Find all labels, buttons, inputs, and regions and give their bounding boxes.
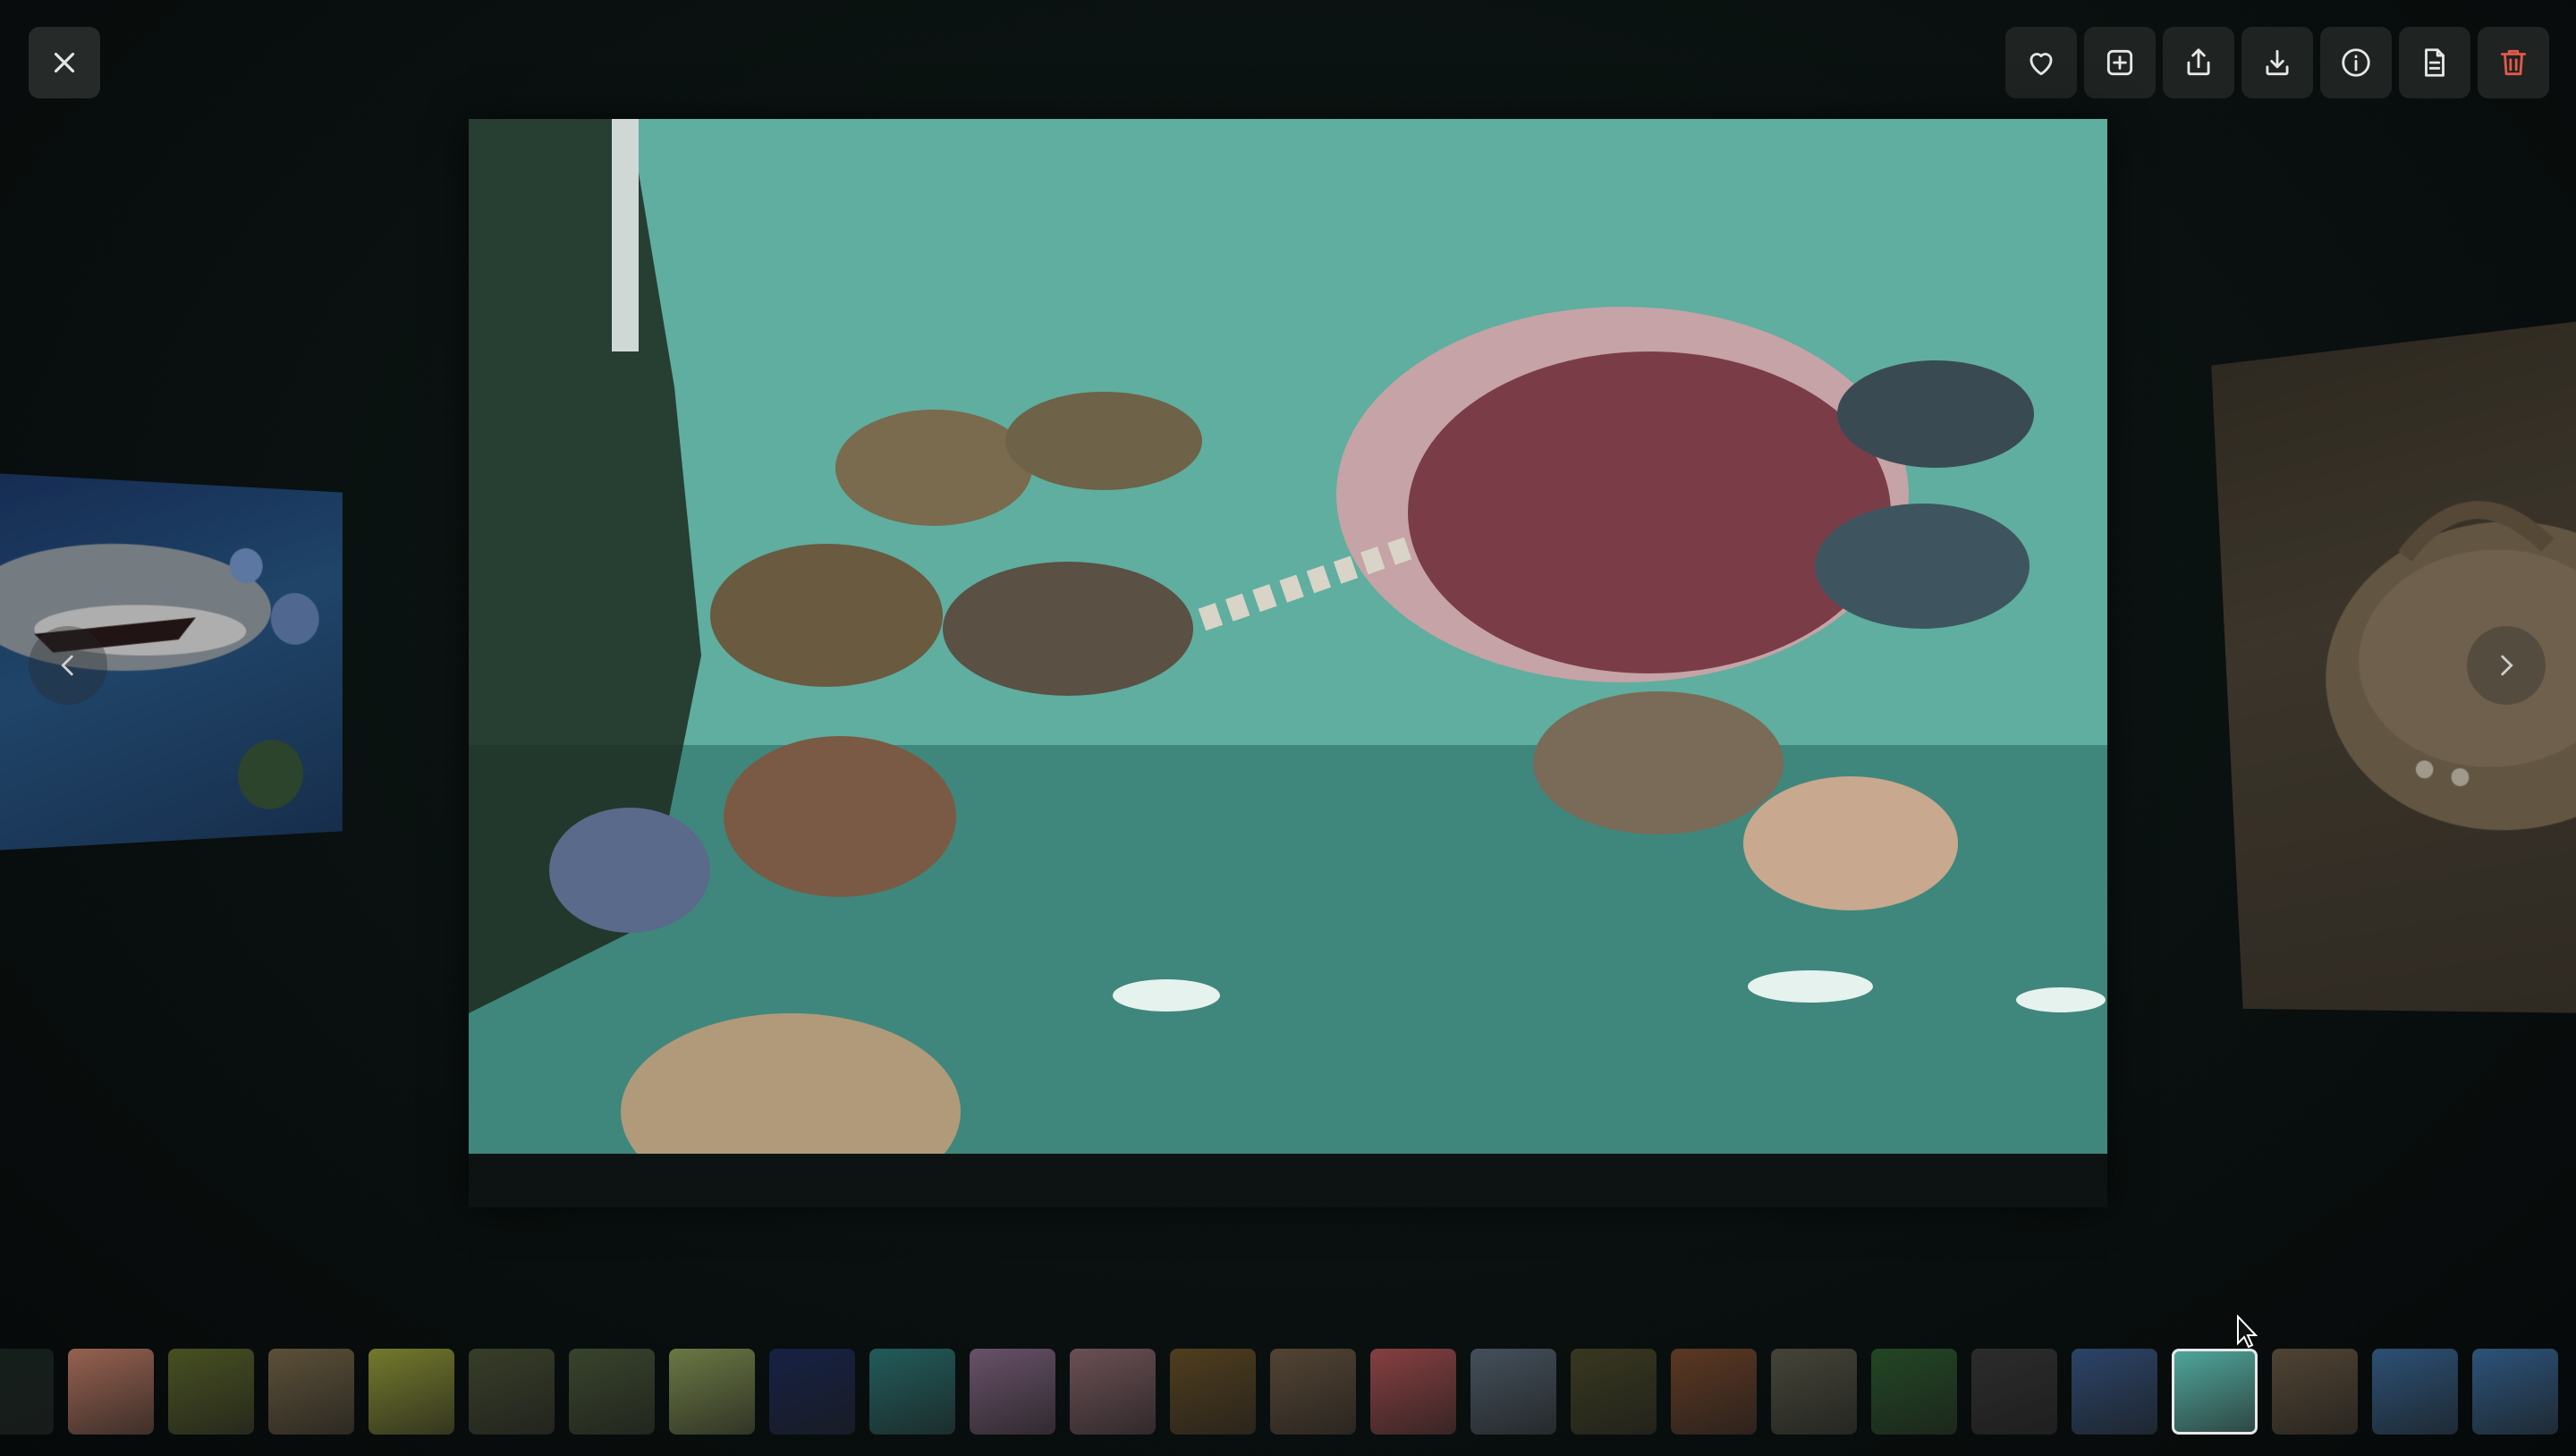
favorite-button[interactable] [2005, 27, 2077, 98]
download-icon [2266, 49, 2289, 76]
filmstrip-thumbnail[interactable] [569, 1349, 655, 1435]
heart-icon [2029, 53, 2053, 76]
file-info-button[interactable] [2399, 27, 2470, 98]
filmstrip-thumbnail[interactable] [268, 1349, 354, 1435]
filmstrip-thumbnail[interactable] [2472, 1349, 2558, 1435]
filmstrip-thumbnail[interactable] [769, 1349, 855, 1435]
filmstrip [0, 1349, 2576, 1435]
filmstrip-thumbnail[interactable] [1170, 1349, 1256, 1435]
mouse-cursor-icon [2237, 1315, 2258, 1349]
filmstrip-thumbnail[interactable] [1971, 1349, 2057, 1435]
document-icon [2425, 48, 2445, 77]
filmstrip-thumbnail[interactable] [2272, 1349, 2358, 1435]
chevron-right-icon [2501, 655, 2513, 676]
filmstrip-thumbnail[interactable] [369, 1349, 454, 1435]
share-icon [2187, 48, 2210, 76]
viewer-toolbar [2005, 27, 2549, 98]
trash-icon [2500, 49, 2527, 76]
filmstrip-thumbnail[interactable] [469, 1349, 555, 1435]
filmstrip-thumbnail[interactable] [1571, 1349, 1657, 1435]
filmstrip-thumbnail[interactable] [1671, 1349, 1757, 1435]
share-button[interactable] [2163, 27, 2234, 98]
filmstrip-thumbnail[interactable] [2372, 1349, 2458, 1435]
filmstrip-thumbnail[interactable] [1871, 1349, 1957, 1435]
info-icon [2342, 48, 2370, 77]
filmstrip-thumbnail[interactable] [0, 1349, 54, 1435]
main-photo [469, 119, 2107, 1207]
filmstrip-thumbnail[interactable] [1771, 1349, 1857, 1435]
filmstrip-thumbnail[interactable] [970, 1349, 1055, 1435]
next-photo-button[interactable] [2467, 626, 2546, 705]
filmstrip-thumbnail[interactable] [1370, 1349, 1456, 1435]
aquarium-stingrays-image [469, 119, 2107, 1207]
previous-photo-button[interactable] [29, 626, 107, 705]
filmstrip-thumbnail[interactable] [1470, 1349, 1556, 1435]
close-icon [54, 52, 75, 73]
filmstrip-thumbnail[interactable] [68, 1349, 154, 1435]
filmstrip-thumbnail[interactable] [2172, 1349, 2258, 1435]
chevron-left-icon [61, 655, 73, 676]
add-to-album-button[interactable] [2084, 27, 2156, 98]
close-button[interactable] [29, 27, 100, 98]
filmstrip-thumbnail[interactable] [669, 1349, 755, 1435]
download-button[interactable] [2241, 27, 2313, 98]
plus-square-icon [2106, 49, 2133, 76]
filmstrip-thumbnail[interactable] [1270, 1349, 1356, 1435]
filmstrip-thumbnail[interactable] [168, 1349, 254, 1435]
info-button[interactable] [2320, 27, 2392, 98]
delete-button[interactable] [2478, 27, 2549, 98]
filmstrip-thumbnail[interactable] [2072, 1349, 2157, 1435]
filmstrip-thumbnail[interactable] [869, 1349, 955, 1435]
filmstrip-thumbnail[interactable] [1070, 1349, 1156, 1435]
